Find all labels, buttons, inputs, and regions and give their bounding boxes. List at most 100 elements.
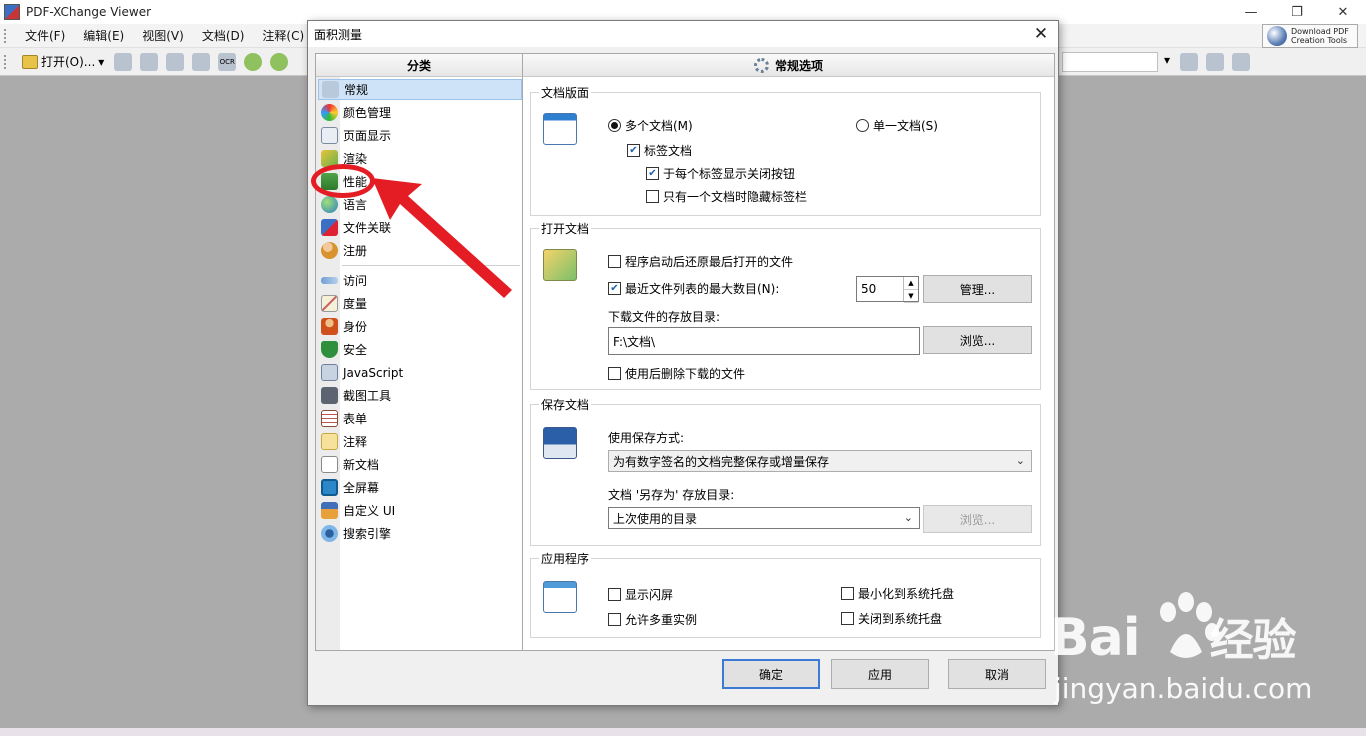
menu-comment[interactable]: 注释(C) (253, 27, 313, 44)
zoom-dropdown-icon[interactable]: ▾ (1164, 53, 1172, 71)
form-icon (321, 410, 338, 427)
category-forms[interactable]: 表单 (318, 408, 522, 429)
category-javascript[interactable]: JavaScript (318, 362, 522, 383)
chevron-down-icon: ⌄ (1015, 454, 1025, 467)
zoom-in-icon[interactable] (1180, 53, 1198, 71)
back-icon[interactable] (244, 52, 263, 71)
cancel-button[interactable]: 取消 (948, 659, 1046, 689)
ok-button[interactable]: 确定 (722, 659, 820, 689)
checkbox-max-recent-files[interactable]: ✔ 最近文件列表的最大数目(N): (608, 280, 779, 297)
menu-file[interactable]: 文件(F) (16, 27, 74, 44)
category-snapshot-tool[interactable]: 截图工具 (318, 385, 522, 406)
checkbox-close-button-each-tab[interactable]: ✔ 于每个标签显示关闭按钮 (646, 165, 795, 182)
checkbox-tabbed-documents[interactable]: ✔ 标签文档 (627, 142, 692, 159)
zoom-out-icon[interactable] (1206, 53, 1224, 71)
identity-user-icon (321, 318, 338, 335)
save-method-select[interactable]: 为有数字签名的文档完整保存或增量保存 ⌄ (608, 450, 1032, 472)
category-custom-ui[interactable]: 自定义 UI (318, 500, 522, 521)
gear-icon (753, 57, 769, 73)
open-button[interactable]: 打开(O)... ▾ (16, 53, 110, 70)
save-as-dir-select[interactable]: 上次使用的目录 ⌄ (608, 507, 920, 529)
dialog-title: 面积测量 (314, 27, 363, 42)
app-logo-icon (4, 4, 20, 20)
stepper-up-icon[interactable]: ▲ (904, 277, 918, 290)
save-documents-icon (543, 427, 577, 459)
globe-icon (1267, 26, 1287, 46)
save-as-browse-button[interactable]: 浏览... (923, 505, 1032, 533)
zoom-combobox[interactable] (1062, 52, 1158, 72)
download-dir-browse-button[interactable]: 浏览... (923, 326, 1032, 354)
tools-icon[interactable] (1232, 53, 1250, 71)
menu-view[interactable]: 视图(V) (133, 27, 193, 44)
category-page-display[interactable]: 页面显示 (318, 125, 522, 146)
stepper-down-icon[interactable]: ▼ (904, 290, 918, 303)
radio-single-document[interactable]: 单一文档(S) (856, 117, 938, 134)
menu-edit[interactable]: 编辑(E) (74, 27, 133, 44)
checkbox-show-splash[interactable]: 显示闪屏 (608, 586, 673, 603)
save-as-dir-label: 文档 '另存为' 存放目录: (608, 488, 735, 502)
annotation-arrow-icon (372, 178, 512, 298)
category-comments[interactable]: 注释 (318, 431, 522, 452)
group-document-layout: 文档版面 多个文档(M) 单一文档(S) ✔ 标签文档 ✔ 于每个标签显示关闭按… (530, 84, 1041, 216)
category-identity[interactable]: 身份 (318, 316, 522, 337)
search-engine-icon (321, 525, 338, 542)
dropdown-arrow-icon[interactable]: ▾ (98, 55, 104, 69)
checkmark-icon: ✔ (627, 144, 640, 157)
application-icon (543, 581, 577, 613)
file-association-icon (321, 219, 338, 236)
download-dir-input[interactable]: F:\文档\ (608, 327, 920, 355)
toolbar-grip-icon (4, 54, 10, 69)
category-security[interactable]: 安全 (318, 339, 522, 360)
print-icon[interactable] (140, 52, 159, 71)
ocr-icon[interactable]: OCR (218, 52, 237, 71)
baidu-logo-text: Bai 经验 (1050, 608, 1297, 668)
save-icon[interactable] (114, 52, 133, 71)
category-panel: 分类 常规 颜色管理 页面显示 渲染 性能 语言 文件关联 注册 访问 度量 身… (315, 53, 523, 651)
user-register-icon (321, 242, 338, 259)
category-new-document[interactable]: 新文档 (318, 454, 522, 475)
apply-button[interactable]: 应用 (831, 659, 929, 689)
group-open-documents-label: 打开文档 (539, 220, 592, 237)
restore-icon[interactable]: ❐ (1274, 0, 1320, 24)
checkbox-close-to-tray[interactable]: 关闭到系统托盘 (841, 610, 942, 627)
checkbox-hide-tabbar-single[interactable]: 只有一个文档时隐藏标签栏 (646, 188, 807, 205)
open-documents-icon (543, 249, 577, 281)
shield-icon (321, 341, 338, 358)
folder-icon (22, 54, 38, 69)
document-layout-icon (543, 113, 577, 145)
checkbox-restore-last-files[interactable]: 程序启动后还原最后打开的文件 (608, 253, 793, 270)
export-icon[interactable] (192, 52, 211, 71)
category-color-management[interactable]: 颜色管理 (318, 102, 522, 123)
minimize-icon[interactable]: — (1228, 0, 1274, 24)
ruler-icon (321, 295, 338, 312)
camera-icon (321, 387, 338, 404)
download-tools-button[interactable]: Download PDF Creation Tools (1262, 24, 1358, 48)
forward-icon[interactable] (270, 52, 289, 71)
menu-document[interactable]: 文档(D) (193, 27, 254, 44)
category-search-engine[interactable]: 搜索引擎 (318, 523, 522, 544)
checkbox-minimize-to-tray[interactable]: 最小化到系统托盘 (841, 585, 954, 602)
checkbox-delete-after-use[interactable]: 使用后删除下载的文件 (608, 365, 745, 382)
manage-button[interactable]: 管理... (923, 275, 1032, 303)
fullscreen-icon (321, 479, 338, 496)
new-document-icon (321, 456, 338, 473)
taskbar-strip (0, 728, 1366, 736)
max-recent-stepper[interactable]: 50 ▲ ▼ (856, 276, 919, 303)
scan-icon[interactable] (166, 52, 185, 71)
category-fullscreen[interactable]: 全屏幕 (318, 477, 522, 498)
open-label: 打开(O)... (41, 55, 96, 69)
access-icon (321, 277, 338, 284)
chevron-down-icon: ⌄ (903, 511, 913, 524)
group-application-label: 应用程序 (539, 550, 592, 567)
menubar-grip-icon (4, 28, 10, 43)
custom-ui-icon (321, 502, 338, 519)
dialog-titlebar: 面积测量 ✕ (308, 21, 1058, 47)
group-open-documents: 打开文档 程序启动后还原最后打开的文件 ✔ 最近文件列表的最大数目(N): 50… (530, 220, 1041, 390)
category-general[interactable]: 常规 (318, 79, 522, 100)
checkbox-allow-multiple-instances[interactable]: 允许多重实例 (608, 611, 697, 628)
group-document-layout-label: 文档版面 (539, 84, 592, 101)
radio-multiple-documents[interactable]: 多个文档(M) (608, 117, 693, 134)
close-window-icon[interactable]: ✕ (1320, 0, 1366, 24)
dialog-close-icon[interactable]: ✕ (1030, 23, 1052, 45)
download-line1: Download PDF (1291, 27, 1349, 36)
